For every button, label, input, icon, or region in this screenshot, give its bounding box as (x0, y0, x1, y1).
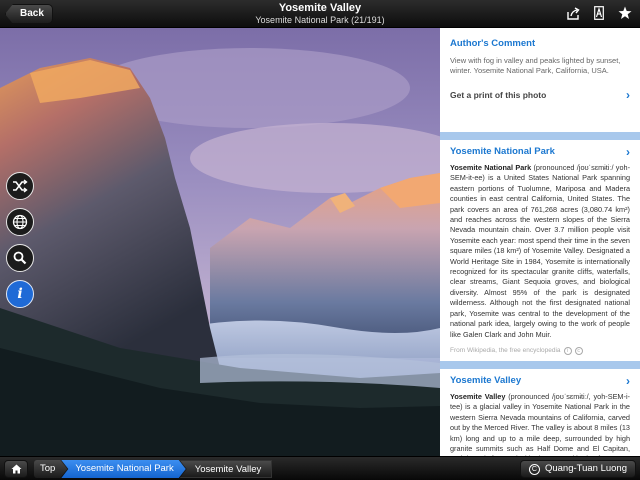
wikipedia-attribution: From Wikipedia, the free encyclopedia i … (450, 346, 630, 355)
author-button[interactable]: C Quang-Tuan Luong (519, 460, 636, 478)
valley-article-title: Yosemite Valley (450, 374, 522, 386)
chevron-right-icon: › (626, 145, 630, 159)
valley-article-text: Yosemite Valley (pronounced /joʊˈsɛmɨtiː… (450, 392, 630, 456)
search-icon[interactable] (6, 244, 34, 272)
park-article-text: Yosemite National Park (pronounced /joʊˈ… (450, 163, 630, 340)
globe-icon[interactable] (6, 208, 34, 236)
favorite-star-icon[interactable] (618, 5, 632, 21)
breadcrumb: Top Yosemite National Park Yosemite Vall… (34, 460, 273, 478)
get-print-label: Get a print of this photo (450, 90, 547, 100)
park-article-lead: Yosemite National Park (450, 163, 532, 172)
side-button-column: i (6, 172, 34, 308)
get-print-link[interactable]: Get a print of this photo › (450, 88, 630, 102)
breadcrumb-top[interactable]: Top (34, 460, 67, 478)
wikipedia-section: Yosemite National Park › Yosemite Nation… (440, 132, 640, 456)
park-article-card[interactable]: Yosemite National Park › Yosemite Nation… (440, 140, 640, 361)
breadcrumb-valley[interactable]: Yosemite Valley (179, 460, 273, 478)
valley-article-body: (pronounced /joʊˈsɛmɨtiː/, yoh-SEM-i-tee… (450, 391, 630, 456)
author-comment-text: View with fog in valley and peaks lighte… (450, 56, 621, 75)
park-article-header[interactable]: Yosemite National Park › (450, 146, 630, 158)
chevron-right-icon: › (626, 373, 630, 388)
breadcrumb-national-park[interactable]: Yosemite National Park (61, 460, 185, 478)
font-size-icon[interactable] (592, 5, 606, 21)
valley-article-lead: Yosemite Valley (450, 391, 506, 401)
valley-article-card[interactable]: Yosemite Valley › Yosemite Valley (prono… (440, 368, 640, 456)
shuffle-icon[interactable] (6, 172, 34, 200)
copyright-icon: C (528, 463, 540, 475)
author-comment-title: Author's Comment (450, 38, 536, 49)
home-icon (11, 464, 21, 474)
cc-sa-icon: c (574, 346, 583, 355)
title-block: Yosemite Valley Yosemite National Park (… (0, 2, 640, 26)
wikipedia-source-text: From Wikipedia, the free encyclopedia (450, 347, 561, 355)
toolbar-icons (566, 5, 632, 21)
info-icon[interactable]: i (6, 280, 34, 308)
home-button[interactable] (4, 460, 28, 478)
page-title: Yosemite Valley (278, 2, 362, 14)
cc-by-icon: i (563, 346, 572, 355)
park-article-body: (pronounced /joʊˈsɛmɨtiː/ yoh-SEM-it-ee)… (450, 163, 630, 339)
park-article-title: Yosemite National Park (450, 146, 555, 157)
top-navigation-bar: Back Yosemite Valley Yosemite National P… (0, 0, 640, 28)
author-name: Quang-Tuan Luong (544, 463, 627, 474)
bottom-navigation-bar: Top Yosemite National Park Yosemite Vall… (0, 456, 640, 480)
valley-article-header[interactable]: Yosemite Valley › (450, 375, 630, 387)
landscape-photo[interactable] (0, 28, 440, 456)
chevron-right-icon: › (626, 88, 630, 102)
info-panel: Author's Comment View with fog in valley… (440, 28, 640, 456)
author-comment-section: Author's Comment View with fog in valley… (440, 28, 640, 110)
page-subtitle: Yosemite National Park (21/191) (255, 15, 385, 25)
share-icon[interactable] (566, 5, 580, 21)
